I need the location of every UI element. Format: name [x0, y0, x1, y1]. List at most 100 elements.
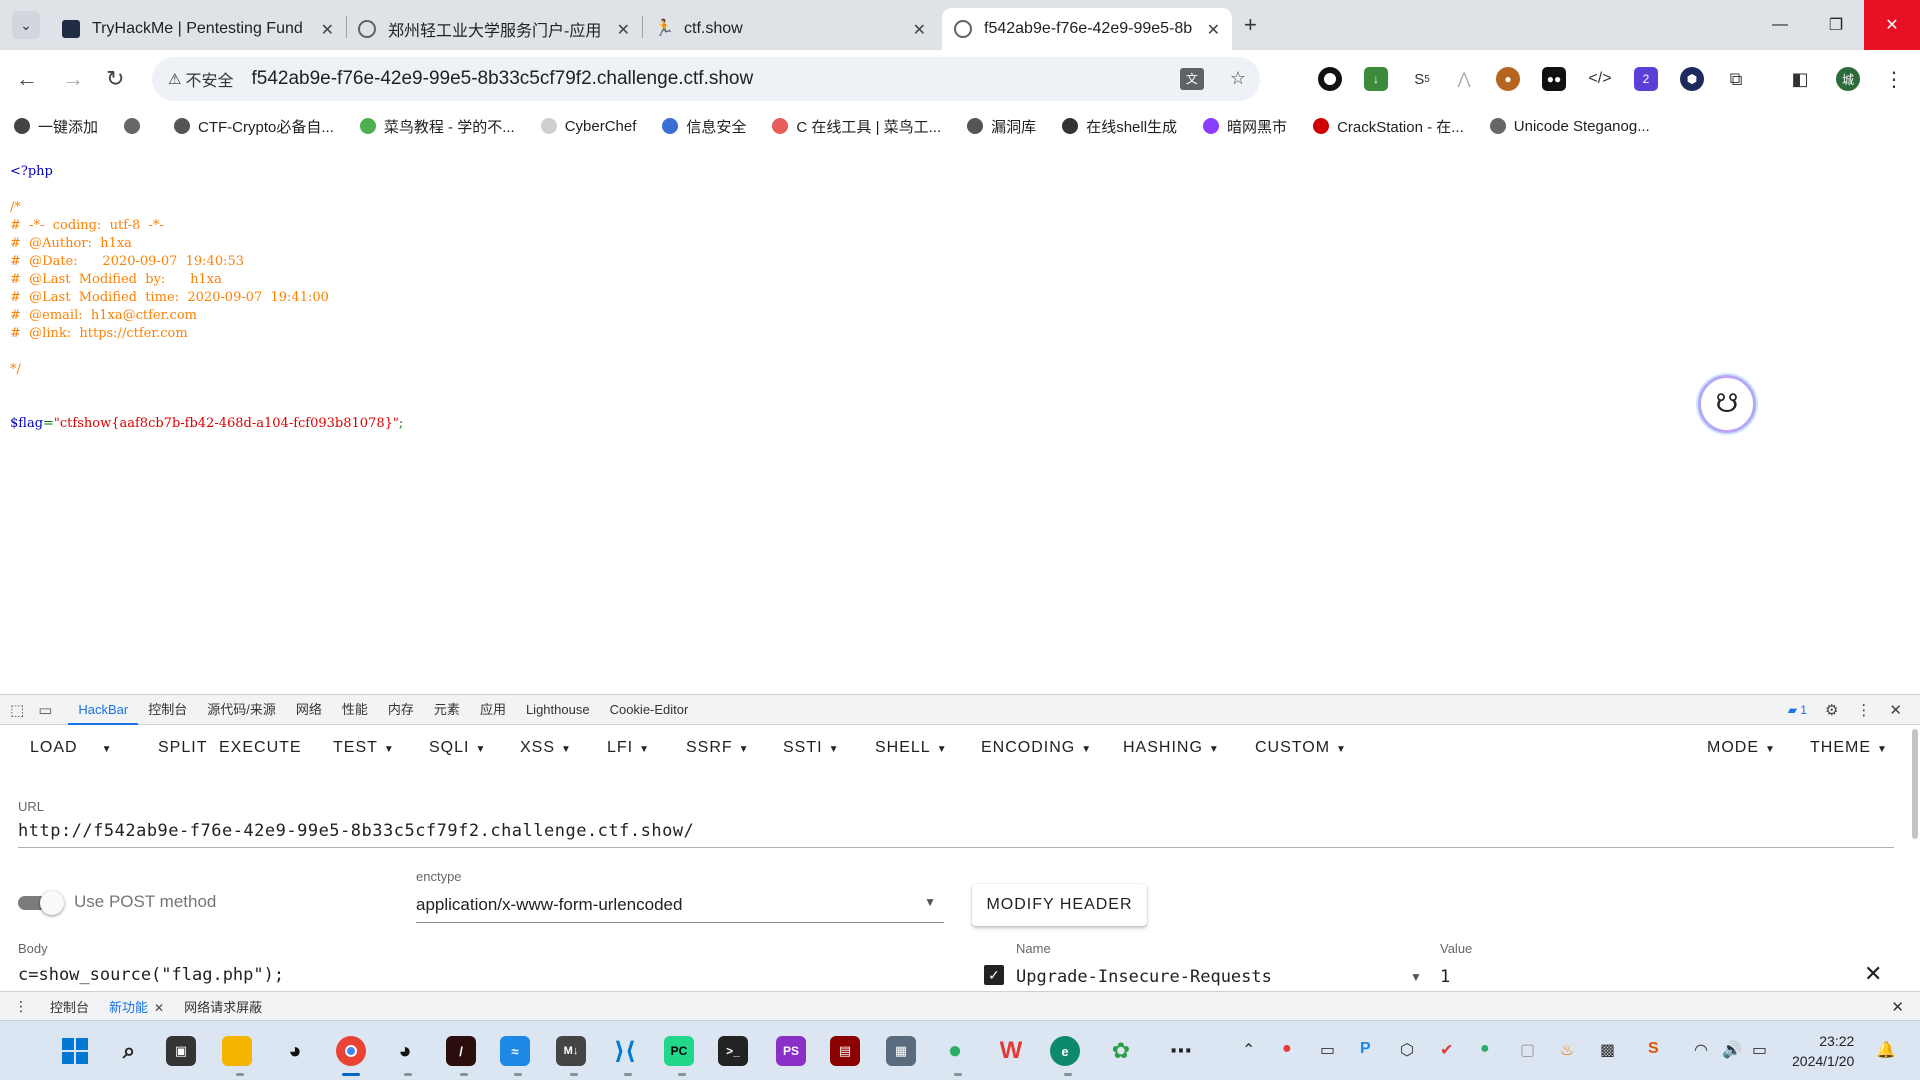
- inspect-element-icon[interactable]: ⬚: [10, 701, 24, 719]
- devtools-tab[interactable]: 控制台: [138, 695, 197, 725]
- hackbar-menu-lfi[interactable]: LFI ▼: [607, 739, 650, 757]
- modify-header-button[interactable]: MODIFY HEADER: [972, 884, 1147, 926]
- bookmark-item[interactable]: CrackStation - 在...: [1313, 116, 1464, 137]
- hackbar-menu-shell[interactable]: SHELL ▼: [875, 739, 948, 757]
- pycharm-icon[interactable]: PC: [664, 1036, 694, 1066]
- code-icon[interactable]: </>: [1588, 67, 1612, 91]
- vscode-icon[interactable]: ⟩⟨: [610, 1036, 640, 1066]
- feishu-icon[interactable]: ≈: [500, 1036, 530, 1066]
- devtools-tab[interactable]: 源代码/来源: [197, 695, 286, 725]
- tab-ctfshow[interactable]: 🏃 ctf.show ✕: [642, 8, 938, 50]
- windows-start-icon[interactable]: [60, 1036, 90, 1066]
- drawer-tab-request-blocking[interactable]: 网络请求屏蔽: [174, 997, 272, 1016]
- hackbar-menu-hashing[interactable]: HASHING ▼: [1123, 739, 1220, 757]
- notification-bell-icon[interactable]: 🔔: [1876, 1040, 1896, 1060]
- tray-wechat-icon[interactable]: ●: [1480, 1040, 1490, 1058]
- bookmark-item[interactable]: 信息安全: [662, 116, 746, 137]
- extension-sponsor-icon[interactable]: S5: [1410, 67, 1434, 91]
- qq-icon[interactable]: ◕: [390, 1036, 420, 1066]
- tray-blank-icon[interactable]: ▢: [1520, 1040, 1535, 1060]
- tray-app-icon[interactable]: ●: [1282, 1040, 1292, 1058]
- extension-download-icon[interactable]: ↓: [1364, 67, 1388, 91]
- devtools-tab[interactable]: 元素: [424, 695, 470, 725]
- hackbar-menu-ssrf[interactable]: SSRF ▼: [686, 739, 750, 757]
- kebab-menu-icon[interactable]: ⋮: [1882, 67, 1906, 91]
- volume-icon[interactable]: 🔊: [1722, 1040, 1742, 1060]
- tray-expand-icon[interactable]: ⌃: [1242, 1040, 1255, 1060]
- remove-header-icon[interactable]: ✕: [1864, 961, 1882, 987]
- drawer-tab-whats-new[interactable]: 新功能 ✕: [99, 997, 174, 1016]
- address-url[interactable]: f542ab9e-f76e-42e9-99e5-8b33c5cf79f2.cha…: [251, 68, 753, 90]
- close-icon[interactable]: ✕: [321, 20, 334, 40]
- hackbar-menu-custom[interactable]: CUSTOM ▼: [1255, 739, 1347, 757]
- phpstorm-icon[interactable]: PS: [776, 1036, 806, 1066]
- drawer-tab-console[interactable]: 控制台: [40, 997, 99, 1016]
- hackbar-mode-menu[interactable]: MODE ▼: [1707, 739, 1776, 757]
- minimize-button[interactable]: —: [1750, 0, 1810, 50]
- search-icon[interactable]: ⌕: [114, 1036, 144, 1066]
- hackbar-menu-load[interactable]: LOAD ▼: [30, 739, 112, 757]
- hackbar-menu-test[interactable]: TEST ▼: [333, 739, 395, 757]
- extension-tampermonkey-icon[interactable]: ●●: [1542, 67, 1566, 91]
- devtools-tab[interactable]: Cookie-Editor: [600, 695, 699, 725]
- forward-button[interactable]: →: [62, 66, 84, 92]
- address-bar[interactable]: ⚠ 不安全 f542ab9e-f76e-42e9-99e5-8b33c5cf79…: [152, 57, 1260, 101]
- hackbar-menu-xss[interactable]: XSS ▼: [520, 739, 572, 757]
- tab-search-button[interactable]: ⌄: [12, 11, 40, 39]
- wechat-icon[interactable]: ●: [940, 1036, 970, 1066]
- bookmark-item[interactable]: 在线shell生成: [1062, 116, 1177, 137]
- system-clock[interactable]: 23:22 2024/1/20: [1792, 1031, 1854, 1071]
- back-button[interactable]: ←: [16, 66, 38, 92]
- extension-circle-icon[interactable]: [1318, 67, 1342, 91]
- window-close-button[interactable]: ✕: [1864, 0, 1920, 50]
- bookmark-item[interactable]: Unicode Steganog...: [1489, 118, 1650, 135]
- devtools-tab[interactable]: HackBar: [68, 695, 139, 725]
- extensions-puzzle-icon[interactable]: ⧉: [1724, 67, 1748, 91]
- edge-icon[interactable]: e: [1050, 1036, 1080, 1066]
- more-apps-icon[interactable]: ⋯: [1166, 1036, 1196, 1066]
- bookmark-item[interactable]: 暗网黑市: [1203, 116, 1287, 137]
- terminal-app-icon[interactable]: /: [446, 1036, 476, 1066]
- tab-tryhackme[interactable]: TryHackMe | Pentesting Fund ✕: [50, 8, 346, 50]
- qq-icon[interactable]: ◕: [280, 1036, 310, 1066]
- extension-wappalyzer-icon[interactable]: ⋀: [1452, 67, 1476, 91]
- close-icon[interactable]: ✕: [1207, 20, 1220, 40]
- calculator-icon[interactable]: ▦: [886, 1036, 916, 1066]
- terminal-icon[interactable]: >_: [718, 1036, 748, 1066]
- translate-icon[interactable]: 文: [1179, 68, 1204, 90]
- tray-red-icon[interactable]: ✔: [1440, 1040, 1453, 1060]
- file-explorer-icon[interactable]: [222, 1036, 252, 1066]
- extension-proxy-icon[interactable]: 2: [1634, 67, 1658, 91]
- tray-grid-icon[interactable]: ▩: [1600, 1040, 1615, 1060]
- close-icon[interactable]: ✕: [154, 1001, 164, 1015]
- bookmark-item[interactable]: 菜鸟教程 - 学的不...: [359, 116, 515, 137]
- tray-p-icon[interactable]: P: [1360, 1040, 1371, 1058]
- chrome-icon[interactable]: [336, 1036, 366, 1066]
- bookmark-item[interactable]: 一键添加: [14, 116, 98, 137]
- close-devtools-icon[interactable]: ✕: [1889, 701, 1902, 719]
- tray-s-icon[interactable]: S: [1648, 1040, 1659, 1058]
- extension-shield-icon[interactable]: ⬢: [1680, 67, 1704, 91]
- hackbar-menu-encoding[interactable]: ENCODING ▼: [981, 739, 1092, 757]
- hackbar-menu-ssti[interactable]: SSTI ▼: [783, 739, 839, 757]
- bookmark-item[interactable]: 漏洞库: [967, 116, 1036, 137]
- close-icon[interactable]: ✕: [913, 20, 926, 40]
- wifi-icon[interactable]: ◠: [1694, 1040, 1708, 1060]
- bookmark-star-icon[interactable]: ☆: [1230, 68, 1246, 90]
- tray-display-icon[interactable]: ▭: [1320, 1040, 1335, 1060]
- cookie-icon[interactable]: ●: [1496, 67, 1520, 91]
- new-tab-button[interactable]: +: [1244, 12, 1257, 38]
- devtools-tab[interactable]: 内存: [378, 695, 424, 725]
- avatar[interactable]: 城: [1836, 67, 1860, 91]
- battery-icon[interactable]: ▭: [1752, 1040, 1767, 1060]
- body-input[interactable]: c=show_source("flag.php");: [18, 965, 284, 985]
- devtools-tab[interactable]: Lighthouse: [516, 695, 600, 725]
- header-enable-checkbox[interactable]: ✓: [984, 965, 1004, 985]
- devtools-tab[interactable]: 性能: [332, 695, 378, 725]
- drawer-menu-icon[interactable]: ⋮: [0, 998, 40, 1015]
- close-icon[interactable]: ✕: [617, 20, 630, 40]
- hackbar-menu-split[interactable]: SPLIT: [158, 739, 207, 757]
- reload-button[interactable]: ↻: [106, 66, 124, 92]
- floating-assistant-icon[interactable]: ☋: [1698, 375, 1756, 433]
- security-indicator[interactable]: ⚠ 不安全: [168, 67, 233, 91]
